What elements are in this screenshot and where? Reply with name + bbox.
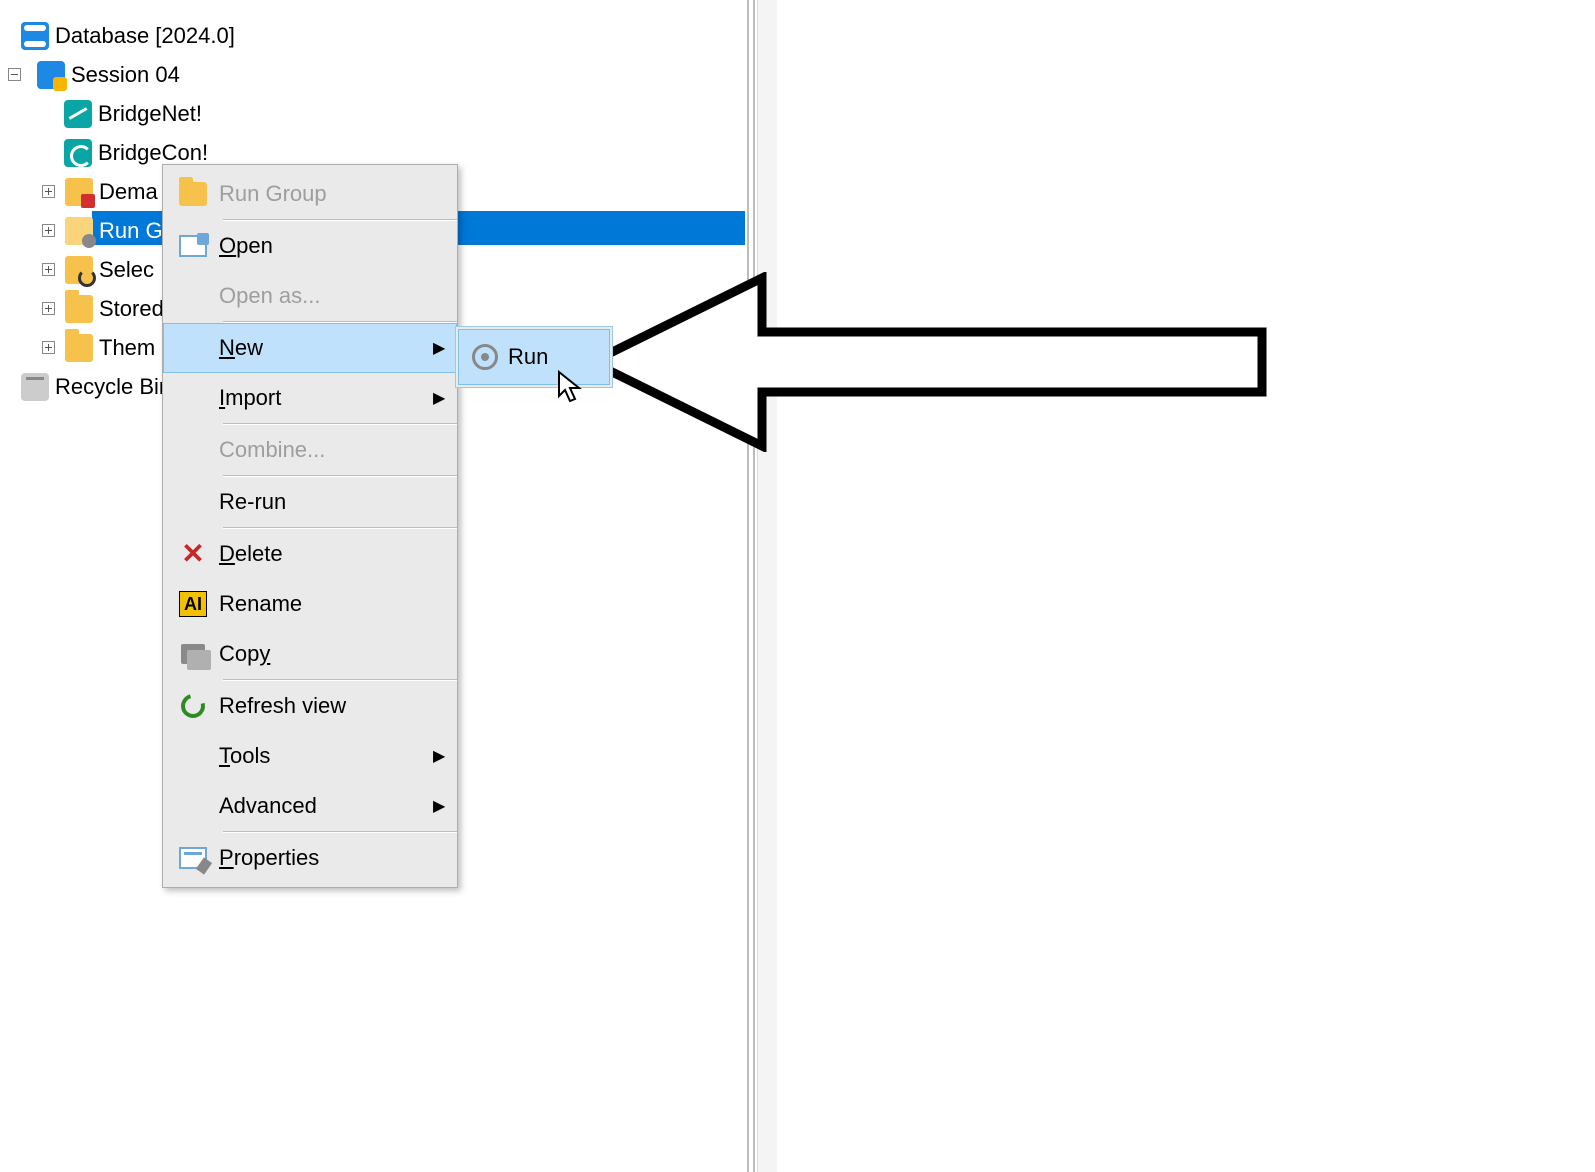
menu-item-open[interactable]: Open [163, 221, 457, 271]
menu-item-label: Copy [219, 641, 449, 667]
expander-icon[interactable] [42, 185, 55, 198]
tree-node-bridgenet[interactable]: BridgeNet! [0, 94, 747, 133]
menu-item-label: Combine... [219, 437, 449, 463]
submenu-arrow-icon: ▶ [433, 746, 449, 766]
database-icon [21, 22, 49, 50]
menu-item-combine: Combine... [163, 425, 457, 475]
folder-icon [65, 217, 93, 245]
run-icon [472, 344, 498, 370]
context-menu: Run Group Open Open as... New ▶ Import ▶… [162, 164, 458, 888]
submenu-arrow-icon: ▶ [433, 388, 449, 408]
menu-item-copy[interactable]: Copy [163, 629, 457, 679]
menu-item-advanced[interactable]: Advanced ▶ [163, 781, 457, 831]
expander-icon[interactable] [42, 263, 55, 276]
submenu-arrow-icon: ▶ [433, 338, 449, 358]
rename-icon: AI [179, 591, 207, 617]
menu-item-label: New [219, 335, 433, 361]
menu-item-label: Rename [219, 591, 449, 617]
menu-item-open-as: Open as... [163, 271, 457, 321]
expander-icon[interactable] [42, 224, 55, 237]
menu-item-import[interactable]: Import ▶ [163, 373, 457, 423]
expander-icon[interactable] [8, 68, 21, 81]
tree-node-label: Them [99, 335, 155, 361]
tree-node-label: Recycle Bin [55, 374, 171, 400]
menu-item-label: Delete [219, 541, 449, 567]
content-pane [777, 0, 1595, 1172]
menu-item-tools[interactable]: Tools ▶ [163, 731, 457, 781]
properties-icon [179, 847, 207, 869]
folder-icon [65, 256, 93, 284]
refresh-icon [177, 690, 210, 723]
menu-item-label: Import [219, 385, 433, 411]
tree-node-session[interactable]: Session 04 [0, 55, 747, 94]
tree-node-label: Dema [99, 179, 158, 205]
menu-item-label: Run [508, 344, 600, 370]
menu-item-refresh[interactable]: Refresh view [163, 681, 457, 731]
expander-icon[interactable] [42, 341, 55, 354]
menu-item-properties[interactable]: Properties [163, 833, 457, 883]
tree-node-label: Stored [99, 296, 164, 322]
tree-scrollbar[interactable] [757, 0, 777, 1172]
open-icon [179, 235, 207, 257]
menu-item-label: Tools [219, 743, 433, 769]
menu-item-rename[interactable]: AI Rename [163, 579, 457, 629]
tree-node-label: BridgeNet! [98, 101, 202, 127]
delete-icon: ✕ [181, 540, 204, 568]
submenu-arrow-icon: ▶ [433, 796, 449, 816]
tree-node-label: Run G [99, 218, 163, 244]
menu-item-run-group: Run Group [163, 169, 457, 219]
folder-icon [179, 182, 207, 206]
menu-item-label: Open as... [219, 283, 449, 309]
menu-item-label: Refresh view [219, 693, 449, 719]
session-icon [37, 61, 65, 89]
tree-node-label: BridgeCon! [98, 140, 208, 166]
folder-icon [65, 334, 93, 362]
tree-node-label: Selec [99, 257, 154, 283]
menu-item-new[interactable]: New ▶ [163, 323, 457, 373]
folder-icon [65, 295, 93, 323]
folder-icon [65, 178, 93, 206]
tree-node-database[interactable]: Database [2024.0] [0, 16, 747, 55]
expander-icon[interactable] [42, 302, 55, 315]
panel-divider[interactable] [747, 0, 755, 1172]
menu-item-label: Open [219, 233, 449, 259]
bridgenet-icon [64, 100, 92, 128]
menu-item-delete[interactable]: ✕ Delete [163, 529, 457, 579]
menu-item-label: Advanced [219, 793, 433, 819]
tree-node-label: Session 04 [71, 62, 180, 88]
menu-item-rerun[interactable]: Re-run [163, 477, 457, 527]
submenu-new: Run [455, 326, 613, 388]
menu-item-label: Properties [219, 845, 449, 871]
bridgecon-icon [64, 139, 92, 167]
copy-icon [181, 644, 205, 664]
menu-item-label: Re-run [219, 489, 449, 515]
recycle-bin-icon [21, 373, 49, 401]
menu-item-label: Run Group [219, 181, 449, 207]
tree-node-label: Database [2024.0] [55, 23, 235, 49]
submenu-item-run[interactable]: Run [458, 329, 610, 385]
